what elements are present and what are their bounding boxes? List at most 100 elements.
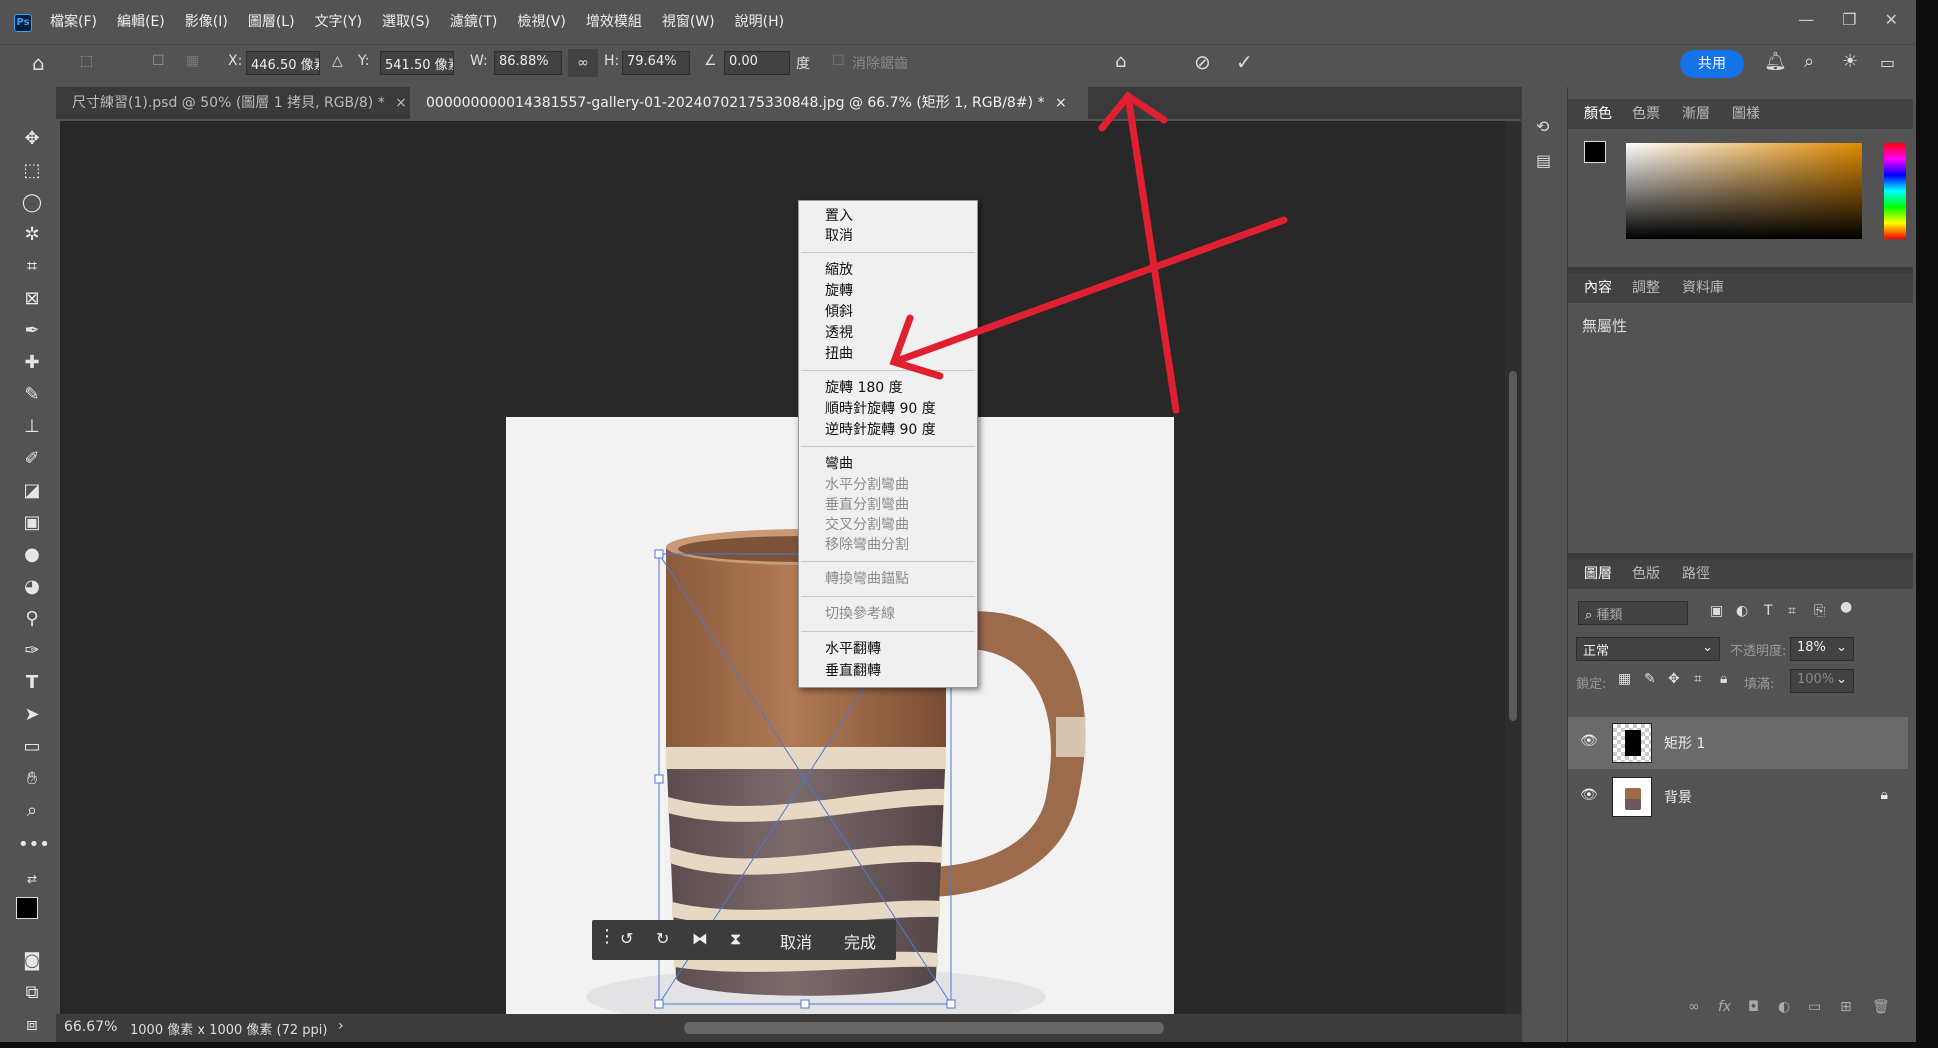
- layer-name[interactable]: 背景: [1664, 787, 1692, 807]
- tab-patterns[interactable]: 圖樣: [1732, 99, 1760, 129]
- layer-name[interactable]: 矩形 1: [1664, 733, 1705, 753]
- lock-pixels-icon[interactable]: ✎: [1644, 671, 1656, 687]
- menu-item[interactable]: 文字(Y): [305, 12, 372, 32]
- brush-tool-icon[interactable]: ✎: [18, 383, 46, 407]
- horizontal-scrollbar[interactable]: [684, 1022, 1164, 1034]
- blend-mode-select[interactable]: 正常 ⌄: [1576, 637, 1720, 661]
- new-layer-icon[interactable]: ⊞: [1840, 999, 1852, 1015]
- tab-gradients[interactable]: 漸層: [1682, 99, 1710, 129]
- dodge-tool-icon[interactable]: ◕: [18, 575, 46, 599]
- move-tool-icon[interactable]: ✥: [18, 127, 46, 151]
- w-field[interactable]: 86.88%: [494, 51, 562, 75]
- share-export-icon[interactable]: ⧈: [18, 1013, 46, 1037]
- menu-item[interactable]: 編輯(E): [107, 12, 175, 32]
- menu-item[interactable]: 檔案(F): [40, 12, 107, 32]
- rotate-cw-icon[interactable]: ↻: [656, 929, 669, 948]
- menu-item-place[interactable]: 置入: [825, 206, 853, 226]
- delete-layer-icon[interactable]: 🗑︎: [1872, 999, 1890, 1015]
- search-icon[interactable]: ⌕: [1804, 51, 1814, 72]
- filter-type-icon[interactable]: T: [1764, 603, 1773, 619]
- tab-paths[interactable]: 路徑: [1682, 559, 1710, 589]
- screen-mode-icon[interactable]: ⧉: [18, 981, 46, 1005]
- lock-all-icon[interactable]: 🔒︎: [1720, 671, 1727, 687]
- warp-mode-icon[interactable]: ⌂: [1115, 51, 1126, 72]
- menu-item[interactable]: 增效模組: [576, 12, 652, 32]
- layer-filter-select[interactable]: ⌕ 種類: [1578, 601, 1688, 625]
- color-field[interactable]: [1626, 143, 1862, 239]
- menu-item-skew[interactable]: 傾斜: [825, 302, 853, 322]
- tab-color[interactable]: 顏色: [1584, 99, 1612, 129]
- menu-item[interactable]: 視窗(W): [652, 12, 725, 32]
- foreground-color-swatch[interactable]: [1584, 141, 1606, 163]
- rotate-ccw-icon[interactable]: ↺: [620, 929, 633, 948]
- hue-slider[interactable]: [1884, 143, 1906, 239]
- filter-toggle-icon[interactable]: ●: [1840, 599, 1852, 615]
- zoom-tool-icon[interactable]: ⌕: [18, 799, 46, 823]
- history-brush-tool-icon[interactable]: ✐: [18, 447, 46, 471]
- marquee-tool-icon[interactable]: ⬚: [18, 159, 46, 183]
- transform-done-button[interactable]: 完成: [844, 929, 876, 953]
- menu-item-flip-horizontal[interactable]: 水平翻轉: [825, 639, 881, 659]
- antialias-checkbox[interactable]: ☐: [832, 53, 845, 69]
- checkbox-icon[interactable]: ☐: [152, 53, 165, 69]
- comments-icon[interactable]: ▤: [1536, 151, 1551, 170]
- eraser-tool-icon[interactable]: ◪: [18, 479, 46, 503]
- zoom-level[interactable]: 66.67%: [64, 1019, 117, 1035]
- swap-colors-icon[interactable]: ⇄: [18, 867, 46, 891]
- angle-field[interactable]: 0.00: [724, 51, 790, 75]
- lock-transparent-icon[interactable]: ▦: [1618, 671, 1631, 687]
- more-tools-icon[interactable]: •••: [18, 833, 50, 857]
- filter-shape-icon[interactable]: ⌗: [1788, 603, 1796, 619]
- home-icon[interactable]: ⌂: [32, 51, 45, 75]
- pen-tool-icon[interactable]: ✑: [18, 639, 46, 663]
- menu-item-cancel[interactable]: 取消: [825, 226, 853, 246]
- reference-point-icon[interactable]: ⬚: [80, 53, 93, 69]
- healing-brush-tool-icon[interactable]: ✚: [18, 351, 46, 375]
- menu-item[interactable]: 檢視(V): [507, 12, 576, 32]
- tab-libraries[interactable]: 資料庫: [1682, 273, 1724, 303]
- fx-icon[interactable]: fx: [1718, 999, 1731, 1015]
- scroll-thumb[interactable]: [1509, 371, 1517, 721]
- menu-item[interactable]: 影像(I): [175, 12, 238, 32]
- restore-icon[interactable]: ❐: [1842, 10, 1856, 29]
- new-group-icon[interactable]: ▭: [1808, 999, 1821, 1015]
- menu-item-flip-vertical[interactable]: 垂直翻轉: [825, 661, 881, 681]
- tab-channels[interactable]: 色版: [1632, 559, 1660, 589]
- tab-swatches[interactable]: 色票: [1632, 99, 1660, 129]
- link-layers-icon[interactable]: ∞: [1688, 999, 1700, 1015]
- visibility-eye-icon[interactable]: 👁︎: [1580, 733, 1598, 749]
- vertical-scrollbar[interactable]: [1505, 121, 1521, 1014]
- history-icon[interactable]: ⟲: [1536, 117, 1549, 136]
- opacity-field[interactable]: 18% ⌄: [1790, 637, 1854, 661]
- menu-item-rotate-90-ccw[interactable]: 逆時針旋轉 90 度: [825, 420, 936, 440]
- gradient-tool-icon[interactable]: ▣: [18, 511, 46, 535]
- menu-item-rotate-90-cw[interactable]: 順時針旋轉 90 度: [825, 399, 936, 419]
- bell-icon[interactable]: 🔔︎: [1764, 51, 1787, 72]
- tab-close-icon[interactable]: ×: [1055, 95, 1067, 111]
- tab-layers[interactable]: 圖層: [1584, 559, 1612, 589]
- sponge-tool-icon[interactable]: ⚲: [18, 607, 46, 631]
- h-field[interactable]: 79.64%: [622, 51, 690, 75]
- flip-vertical-icon[interactable]: ⧗: [730, 929, 741, 949]
- menu-item-perspective[interactable]: 透視: [825, 323, 853, 343]
- hand-tool-icon[interactable]: ✋︎: [18, 767, 46, 791]
- fill-field[interactable]: 100% ⌄: [1790, 669, 1854, 693]
- rectangle-tool-icon[interactable]: ▭: [18, 735, 46, 759]
- type-tool-icon[interactable]: T: [18, 671, 46, 695]
- menu-item-warp[interactable]: 彎曲: [825, 454, 853, 474]
- menu-item-distort[interactable]: 扭曲: [825, 344, 853, 364]
- visibility-eye-icon[interactable]: 👁︎: [1580, 787, 1598, 803]
- workspace-icon[interactable]: ▭: [1880, 53, 1895, 72]
- close-icon[interactable]: ✕: [1885, 10, 1898, 29]
- menu-item[interactable]: 選取(S): [372, 12, 440, 32]
- link-icon[interactable]: ∞: [568, 49, 598, 77]
- menu-item[interactable]: 說明(H): [725, 12, 794, 32]
- eyedropper-tool-icon[interactable]: ✒: [18, 319, 46, 343]
- flip-horizontal-icon[interactable]: ⧓: [692, 929, 708, 948]
- lock-artboard-icon[interactable]: ⌗: [1694, 671, 1702, 687]
- menu-item[interactable]: 濾鏡(T): [440, 12, 507, 32]
- lasso-tool-icon[interactable]: ◯: [18, 191, 46, 215]
- canvas-area[interactable]: [60, 121, 1505, 1048]
- menu-item-rotate-180[interactable]: 旋轉 180 度: [825, 378, 903, 398]
- quick-mask-icon[interactable]: ◙: [18, 949, 46, 973]
